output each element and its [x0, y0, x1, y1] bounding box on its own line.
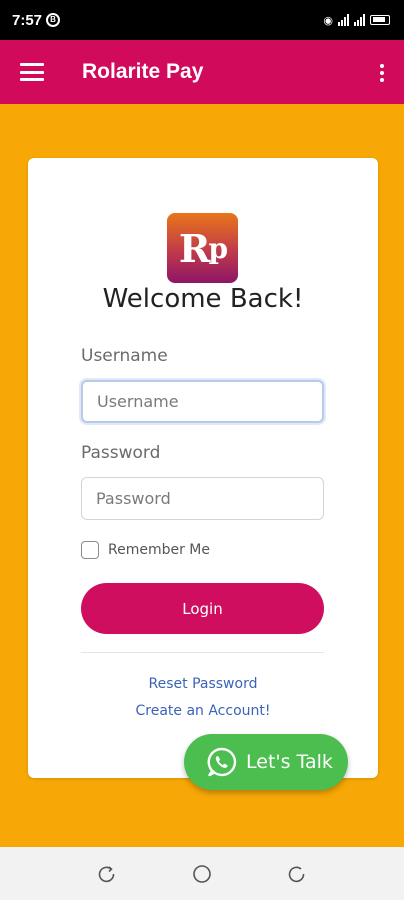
remember-me[interactable]: Remember Me: [81, 541, 210, 559]
status-icons: ◉: [323, 14, 390, 27]
password-input[interactable]: [81, 477, 324, 520]
welcome-heading: Welcome Back!: [102, 284, 304, 314]
login-button[interactable]: Login: [81, 583, 324, 634]
remember-label: Remember Me: [108, 542, 210, 558]
battery-icon: [370, 15, 390, 25]
logo-letter-r: R: [178, 225, 211, 271]
system-nav-bar: [0, 847, 404, 900]
username-input[interactable]: [81, 380, 324, 423]
remember-checkbox[interactable]: [81, 541, 99, 559]
whatsapp-icon: [207, 747, 237, 777]
lets-talk-label: Let's Talk: [246, 751, 333, 773]
recent-apps-icon[interactable]: [97, 864, 117, 884]
status-bar: 7:57 B ◉: [0, 0, 404, 40]
hotspot-icon: ◉: [323, 14, 333, 27]
status-time: 7:57: [12, 11, 43, 29]
app-logo: Rp: [167, 213, 238, 283]
notification-badge-icon: B: [46, 13, 61, 27]
status-left: 7:57 B: [12, 11, 61, 29]
app-title: Rolarite Pay: [82, 60, 204, 83]
password-label: Password: [81, 443, 161, 463]
logo-letter-p: p: [208, 231, 229, 265]
divider: [81, 652, 324, 653]
more-options-icon[interactable]: [380, 64, 384, 82]
signal-icon-2: [354, 14, 365, 26]
app-bar: Rolarite Pay: [0, 40, 404, 104]
login-card: Rp Welcome Back! Username Password Remem…: [28, 158, 378, 778]
back-icon[interactable]: [287, 864, 307, 884]
menu-icon[interactable]: [20, 63, 44, 81]
reset-password-link[interactable]: Reset Password: [28, 676, 378, 692]
create-account-link[interactable]: Create an Account!: [28, 703, 378, 719]
username-label: Username: [81, 346, 168, 366]
home-icon[interactable]: [192, 864, 212, 884]
signal-icon: [338, 14, 349, 26]
lets-talk-button[interactable]: Let's Talk: [184, 734, 348, 790]
